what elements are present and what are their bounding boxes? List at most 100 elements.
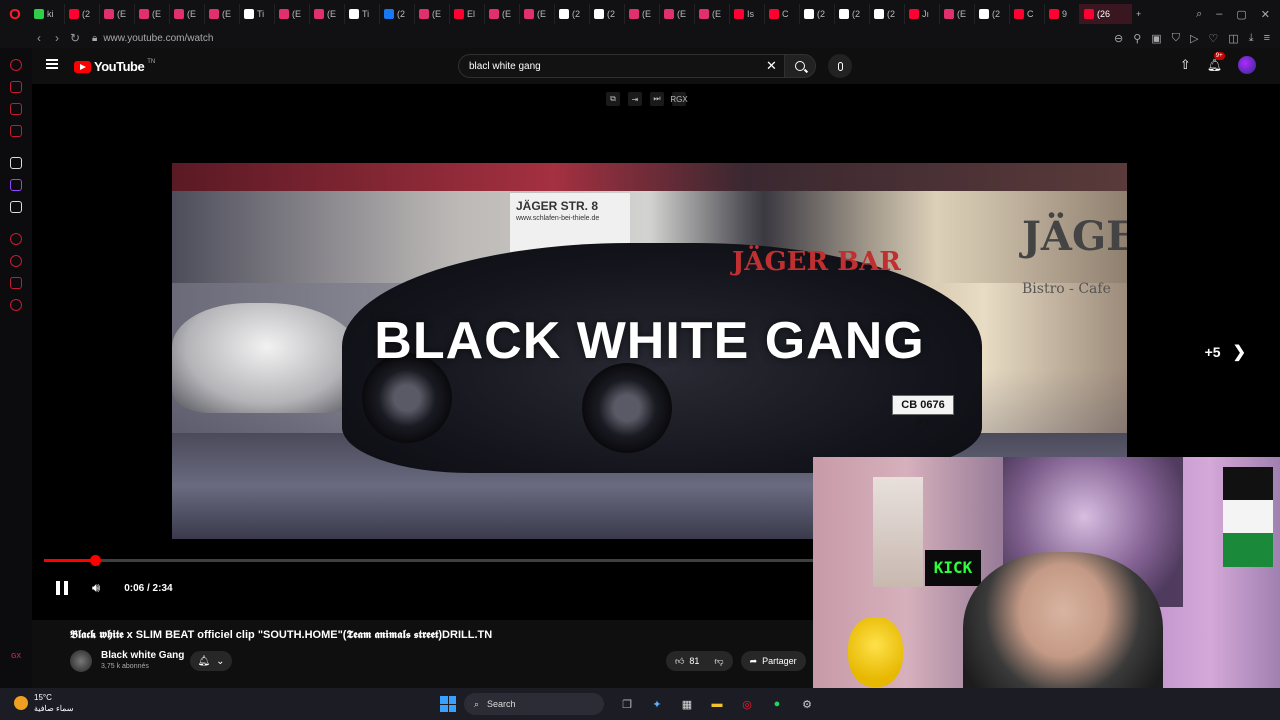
menu-icon[interactable]: ≡ bbox=[1264, 32, 1270, 45]
browser-tab[interactable]: Jı bbox=[905, 4, 940, 24]
like-button[interactable]: 👍︎ 81 👎︎ bbox=[666, 651, 733, 671]
browser-tab[interactable]: (2 bbox=[975, 4, 1010, 24]
search-input[interactable]: blacl white gang bbox=[458, 54, 788, 78]
tab-label: (2 bbox=[397, 9, 406, 19]
browser-tab[interactable]: (2 bbox=[555, 4, 590, 24]
subscription-bell-button[interactable]: 🔔︎ ⌄ bbox=[190, 651, 232, 671]
wallet-icon[interactable]: ◫ bbox=[1228, 32, 1238, 45]
taskbar-search[interactable]: ⌕ Search bbox=[464, 693, 604, 715]
gx-icon[interactable]: GX bbox=[11, 653, 21, 660]
voice-search-button[interactable] bbox=[828, 54, 852, 78]
browser-tab[interactable]: (E bbox=[310, 4, 345, 24]
browser-tab[interactable]: (E bbox=[625, 4, 660, 24]
player-mini-tool[interactable]: ⧉ bbox=[606, 92, 620, 106]
spotify-icon[interactable]: ● bbox=[766, 693, 788, 715]
settings-gear-icon[interactable]: ⚙ bbox=[796, 693, 818, 715]
thumbs-down-icon[interactable]: 👎︎ bbox=[714, 656, 723, 667]
x-icon[interactable] bbox=[10, 201, 22, 213]
browser-tab[interactable]: (E bbox=[415, 4, 450, 24]
share-button[interactable]: ➦ Partager bbox=[740, 651, 806, 671]
back-icon[interactable]: ‹ bbox=[30, 31, 48, 45]
browser-tab[interactable]: 9 bbox=[1045, 4, 1080, 24]
start-icon[interactable] bbox=[440, 696, 456, 712]
browser-tab[interactable]: (2 bbox=[835, 4, 870, 24]
upload-icon[interactable]: ⇧ bbox=[1180, 57, 1191, 73]
player-mini-tool[interactable]: RGX bbox=[670, 92, 688, 106]
twitch-icon[interactable] bbox=[10, 179, 22, 191]
browser-tab[interactable]: (E bbox=[170, 4, 205, 24]
guide-menu-icon[interactable] bbox=[46, 59, 58, 69]
browser-tab[interactable]: (2 bbox=[380, 4, 415, 24]
browser-tab[interactable]: El bbox=[450, 4, 485, 24]
channel-avatar[interactable] bbox=[70, 650, 92, 672]
maximize-icon[interactable]: ▢ bbox=[1236, 8, 1246, 21]
volume-icon[interactable]: 🔊︎ bbox=[92, 580, 100, 596]
share-icon: ➦ bbox=[749, 655, 758, 666]
browser-tab[interactable]: C bbox=[765, 4, 800, 24]
notifications-button[interactable]: 🔔︎ 9+ bbox=[1207, 52, 1225, 74]
browser-tab[interactable]: (E bbox=[205, 4, 240, 24]
browser-tab[interactable]: (E bbox=[135, 4, 170, 24]
browser-tab[interactable]: (E bbox=[940, 4, 975, 24]
browser-tab[interactable]: (2 bbox=[590, 4, 625, 24]
browser-tab[interactable]: (E bbox=[695, 4, 730, 24]
opera-menu-icon[interactable]: O bbox=[0, 0, 30, 28]
weather-text-block: 15°C سماء صافية bbox=[34, 692, 74, 714]
snapshot-icon[interactable]: ▣ bbox=[1151, 32, 1161, 45]
task-view-icon[interactable]: ❐ bbox=[616, 693, 638, 715]
browser-tab[interactable]: Is bbox=[730, 4, 765, 24]
weather-widget[interactable]: 15°C سماء صافية bbox=[14, 692, 74, 714]
player-icon[interactable] bbox=[10, 125, 22, 137]
forward-icon[interactable]: › bbox=[48, 31, 66, 45]
shield-icon[interactable]: ⛉ bbox=[1172, 32, 1180, 45]
tab-search-icon[interactable]: ⌕ bbox=[1196, 8, 1202, 21]
player-mini-tool[interactable]: ⏭ bbox=[650, 92, 664, 106]
browser-tab[interactable]: (E bbox=[485, 4, 520, 24]
pause-icon[interactable] bbox=[56, 581, 68, 595]
browser-tab-active[interactable]: (26 bbox=[1080, 4, 1132, 24]
browser-tab[interactable]: (E bbox=[275, 4, 310, 24]
browser-tab[interactable]: Ti bbox=[240, 4, 275, 24]
file-explorer-icon[interactable]: ▬ bbox=[706, 693, 728, 715]
mods-icon[interactable] bbox=[10, 277, 22, 289]
messenger-icon[interactable] bbox=[10, 103, 22, 115]
browser-tab[interactable]: ki bbox=[30, 4, 65, 24]
reload-icon[interactable]: ↻ bbox=[66, 31, 84, 45]
progress-scrubber[interactable] bbox=[90, 555, 102, 566]
browser-tab[interactable]: (E bbox=[660, 4, 695, 24]
speed-dial-icon[interactable] bbox=[10, 233, 22, 245]
download-icon[interactable]: ⤓ bbox=[1249, 32, 1254, 45]
minimize-icon[interactable]: – bbox=[1216, 8, 1222, 21]
browser-tab[interactable]: (2 bbox=[870, 4, 905, 24]
close-window-icon[interactable]: ✕ bbox=[1261, 8, 1270, 21]
browser-tab[interactable]: C bbox=[1010, 4, 1045, 24]
tab-favicon-icon bbox=[559, 9, 569, 19]
browser-tab[interactable]: Ti bbox=[345, 4, 380, 24]
store-icon[interactable]: ▦ bbox=[676, 693, 698, 715]
account-avatar[interactable] bbox=[1238, 56, 1256, 74]
heart-icon[interactable]: ♡ bbox=[1208, 32, 1218, 45]
search-button[interactable] bbox=[784, 54, 816, 78]
browser-tab[interactable]: (E bbox=[100, 4, 135, 24]
copilot-icon[interactable]: ✦ bbox=[646, 693, 668, 715]
pin-icon[interactable]: ⚲ bbox=[1133, 32, 1141, 45]
aria-icon[interactable] bbox=[10, 157, 22, 169]
browser-tab[interactable]: (2 bbox=[800, 4, 835, 24]
player-mini-tool[interactable]: ⇥ bbox=[628, 92, 642, 106]
browser-tab[interactable]: (E bbox=[520, 4, 555, 24]
tab-favicon-icon bbox=[489, 9, 499, 19]
url-field[interactable]: 🔒︎ www.youtube.com/watch bbox=[92, 33, 213, 44]
bag-icon[interactable] bbox=[10, 81, 22, 93]
more-videos-button[interactable]: +5 ❯ bbox=[1205, 342, 1246, 362]
channel-name[interactable]: Black white Gang bbox=[101, 650, 184, 661]
play-icon[interactable]: ▷ bbox=[1190, 32, 1198, 45]
opera-gx-icon[interactable]: ◎ bbox=[736, 693, 758, 715]
history-icon[interactable] bbox=[10, 59, 22, 71]
clock-icon[interactable] bbox=[10, 255, 22, 267]
zoom-icon[interactable]: ⊖ bbox=[1114, 32, 1123, 45]
settings-icon[interactable] bbox=[10, 299, 22, 311]
youtube-logo[interactable]: YouTube TN bbox=[74, 59, 155, 74]
clear-search-icon[interactable]: ✕ bbox=[766, 58, 777, 74]
browser-tab[interactable]: (2 bbox=[65, 4, 100, 24]
new-tab-button[interactable]: + bbox=[1132, 4, 1167, 24]
